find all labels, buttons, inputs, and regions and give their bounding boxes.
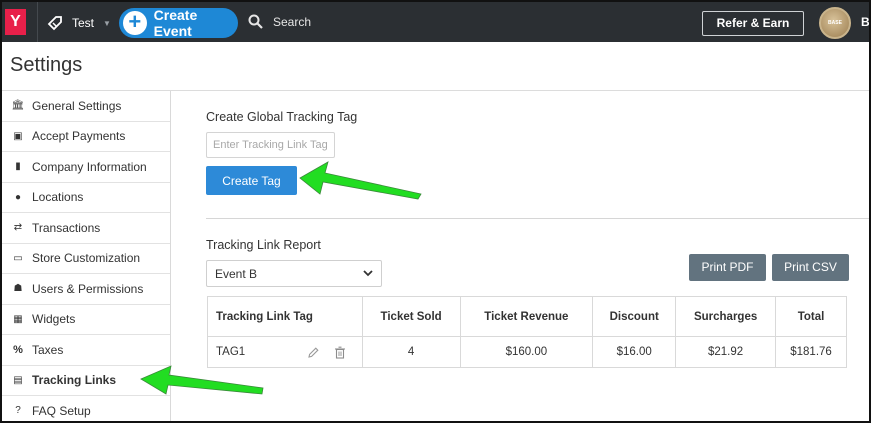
row-actions [307,346,346,359]
print-csv-button[interactable]: Print CSV [772,254,849,281]
building-icon: ▮ [15,161,21,173]
create-event-button[interactable]: + Create Event [119,7,238,39]
percent-icon: % [13,343,23,356]
section-title-report: Tracking Link Report [206,238,321,252]
users-icon: ☗ [13,283,23,295]
tag-name: TAG1 [216,346,246,358]
total-cell: $181.76 [775,336,847,368]
sidebar-item-locations[interactable]: ● Locations [2,183,170,213]
sidebar-item-accept-payments[interactable]: ▣ Accept Payments [2,122,170,152]
surcharges-cell: $21.92 [675,336,777,368]
trash-icon[interactable] [334,346,346,359]
ticket-icon [47,16,62,31]
bookmark-icon: ▤ [13,374,23,386]
table-row: TAG1 4 $160.00 $16.00 $21.92 $181.76 [207,336,847,368]
search-icon [248,14,263,29]
annotation-arrow-create-tag [299,161,422,200]
desktop-icon: ▭ [13,252,23,264]
search-button[interactable]: Search [248,14,311,29]
app-window: Y Test ▼ + Create Event Search Refer & E… [0,0,871,423]
sidebar-item-label: Locations [32,190,84,205]
column-header[interactable]: Surcharges [675,296,777,337]
sidebar-item-general-settings[interactable]: 🏛 General Settings [2,91,170,122]
sidebar-item-label: Users & Permissions [32,281,144,296]
column-header[interactable]: Discount [592,296,677,337]
discount-cell: $16.00 [592,336,677,368]
money-icon: ▣ [13,130,23,142]
brand-logo[interactable]: Y [5,9,26,35]
chevron-down-icon: ▼ [103,18,111,28]
column-header[interactable]: Tracking Link Tag [207,296,363,337]
question-circle-icon: ? [15,405,21,417]
ticket-revenue-cell: $160.00 [459,336,594,368]
map-marker-icon: ● [14,191,22,203]
sidebar-item-label: Tracking Links [32,373,117,388]
top-navigation-bar: Y Test ▼ + Create Event Search Refer & E… [2,2,869,42]
annotation-arrow-tracking-links [140,365,264,395]
sidebar-item-label: FAQ Setup [32,403,91,418]
avatar[interactable]: BASE [819,7,851,39]
sidebar-item-taxes[interactable]: % Taxes [2,335,170,366]
sidebar-item-label: Transactions [32,220,101,235]
section-title-create-tag: Create Global Tracking Tag [206,110,358,124]
sidebar-item-users-permissions[interactable]: ☗ Users & Permissions [2,274,170,305]
sidebar-item-transactions[interactable]: ⇄ Transactions [2,213,170,244]
exchange-icon: ⇄ [13,222,23,234]
tracking-report-table: Tracking Link Tag Ticket Sold Ticket Rev… [207,296,847,368]
column-header[interactable]: Ticket Revenue [459,296,594,337]
sidebar-item-label: General Settings [32,98,122,113]
print-pdf-button[interactable]: Print PDF [689,254,766,281]
event-dropdown[interactable]: Event B [206,260,382,287]
bank-icon: 🏛 [11,100,25,112]
pencil-icon[interactable] [307,346,320,359]
sidebar-item-label: Company Information [32,159,147,174]
tracking-tag-cell: TAG1 [207,336,363,368]
page-title: Settings [10,54,83,76]
create-event-label: Create Event [153,7,198,39]
table-header-row: Tracking Link Tag Ticket Sold Ticket Rev… [207,296,847,337]
user-name[interactable]: B [861,15,869,29]
refer-earn-button[interactable]: Refer & Earn [702,11,804,36]
sidebar-item-faq-setup[interactable]: ? FAQ Setup [2,396,170,421]
search-label: Search [273,14,312,29]
column-header[interactable]: Ticket Sold [361,296,461,337]
plus-icon: + [123,11,147,35]
grid-icon: ▦ [13,313,23,325]
sidebar-item-label: Store Customization [32,251,141,266]
event-selector[interactable]: Test ▼ [46,13,111,33]
chevron-down-icon [363,270,373,277]
ticket-sold-cell: 4 [361,336,461,368]
sidebar-item-label: Widgets [32,312,76,327]
divider [37,2,38,42]
create-tag-button[interactable]: Create Tag [206,166,297,195]
divider [206,218,869,219]
event-name: Test [72,16,95,30]
event-dropdown-value: Event B [215,266,258,281]
sidebar-item-company-information[interactable]: ▮ Company Information [2,152,170,183]
tracking-tag-input[interactable] [206,132,335,158]
sidebar-item-label: Taxes [32,342,64,357]
column-header[interactable]: Total [775,296,847,337]
sidebar-item-label: Accept Payments [32,129,126,144]
sidebar-item-store-customization[interactable]: ▭ Store Customization [2,244,170,274]
sidebar-item-widgets[interactable]: ▦ Widgets [2,305,170,335]
